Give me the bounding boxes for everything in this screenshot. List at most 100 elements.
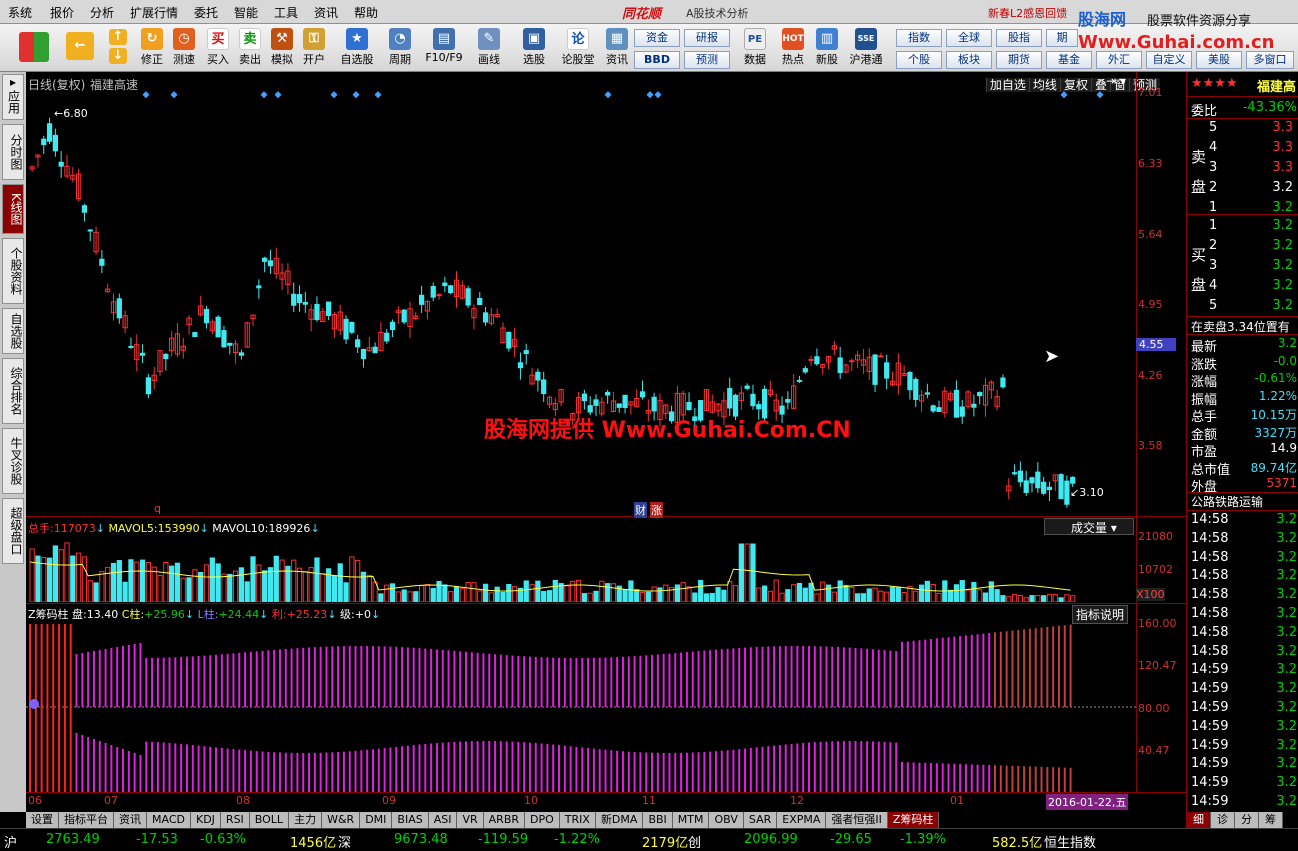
hot-button[interactable]: HOT 热点 xyxy=(776,26,810,70)
sell-button[interactable]: 卖卖出 xyxy=(232,26,268,70)
indicator-dropdown[interactable]: 成交量 ▾ xyxy=(1044,518,1134,535)
fund2-button[interactable]: 基金 xyxy=(1046,51,1092,69)
indicator-tab[interactable]: 设置 xyxy=(26,812,59,828)
indicator-tab[interactable]: BBI xyxy=(643,812,673,828)
menu-tools[interactable]: 工具 xyxy=(274,4,298,21)
fund-button[interactable]: 资金 xyxy=(634,29,680,47)
sector-button[interactable]: 板块 xyxy=(946,51,992,69)
kline-chart[interactable] xyxy=(26,88,1136,516)
indicator-tab[interactable]: 新DMA xyxy=(595,812,644,828)
industry-label[interactable]: 公路铁路运输 xyxy=(1191,493,1298,511)
event-marker-finance[interactable]: 财 xyxy=(634,502,647,518)
f10-button[interactable]: ▤ F10/F9 xyxy=(422,26,466,70)
nav-super-book[interactable]: 超级盘口 xyxy=(2,498,24,564)
menu-analysis[interactable]: 分析 xyxy=(90,4,114,21)
indicator-tab[interactable]: DMI xyxy=(360,812,393,828)
global-button[interactable]: 全球 xyxy=(946,29,992,47)
buy-button[interactable]: 买买入 xyxy=(200,26,236,70)
custom-button[interactable]: 自定义 xyxy=(1146,51,1192,69)
indicator-tab[interactable]: ARBR xyxy=(483,812,526,828)
menu-quote[interactable]: 报价 xyxy=(50,4,74,21)
quote-tab[interactable]: 细 xyxy=(1187,812,1211,828)
indicator-tab[interactable]: SAR xyxy=(743,812,778,828)
indicator-tab[interactable]: VR xyxy=(457,812,484,828)
indicator-tab[interactable]: MTM xyxy=(672,812,710,828)
forum-button[interactable]: 论论股堂 xyxy=(558,26,598,70)
menu-system[interactable]: 系统 xyxy=(8,4,32,21)
indicator-tab[interactable]: TRIX xyxy=(559,812,596,828)
indicator-tab[interactable]: MACD xyxy=(147,812,191,828)
forecast-button[interactable]: 预测 xyxy=(684,51,730,69)
research-button[interactable]: 研报 xyxy=(684,29,730,47)
hsi-label[interactable]: 恒生指数 xyxy=(1044,832,1096,851)
menu-order[interactable]: 委托 xyxy=(194,4,218,21)
menu-smart[interactable]: 智能 xyxy=(234,4,258,21)
ipo-button[interactable]: ▥ 新股 xyxy=(810,26,844,70)
quote-tab[interactable]: 筹 xyxy=(1259,812,1283,828)
quote-tab[interactable]: 诊 xyxy=(1211,812,1235,828)
indicator-tab[interactable]: BIAS xyxy=(392,812,429,828)
page-updown-button[interactable]: ↑ ↓ xyxy=(104,26,132,70)
volume-bar xyxy=(593,590,599,602)
stock-picker-button[interactable]: ▣ 选股 xyxy=(514,26,554,70)
draw-line-button[interactable]: ✎ 画线 xyxy=(470,26,508,70)
stock-index-button[interactable]: 股指 xyxy=(996,29,1042,47)
news-ticker[interactable]: 新春L2感恩回馈 xyxy=(988,5,1067,21)
fix-button[interactable]: ↻ 修正 xyxy=(134,26,170,70)
event-marker-q[interactable]: q xyxy=(154,502,161,515)
indicator-tab[interactable]: BOLL xyxy=(249,812,290,828)
zcm-chart[interactable] xyxy=(26,622,1136,792)
menu-help[interactable]: 帮助 xyxy=(354,4,378,21)
nav-profile[interactable]: 个股资料 xyxy=(2,238,24,304)
shhk-button[interactable]: SSE 沪港通 xyxy=(846,26,886,70)
period2-button[interactable]: 期 xyxy=(1046,29,1078,47)
multi-window-button[interactable]: 多窗口 xyxy=(1246,51,1294,69)
nav-ranking[interactable]: 综合排名 xyxy=(2,358,24,424)
watchlist-button[interactable]: ★ 自选股 xyxy=(336,26,378,70)
nav-timeshare[interactable]: 分时图 xyxy=(2,124,24,180)
menu-ext-quote[interactable]: 扩展行情 xyxy=(130,4,178,21)
indicator-tab[interactable]: DPO xyxy=(525,812,560,828)
news-icon: ▦ xyxy=(606,28,628,50)
back-button[interactable]: ← xyxy=(62,26,98,70)
data-button[interactable]: PE 数据 xyxy=(738,26,772,70)
cy-change: -29.65 xyxy=(830,832,872,847)
indicator-tab[interactable]: Z筹码柱 xyxy=(887,812,940,828)
volume-chart[interactable] xyxy=(26,536,1136,602)
chart-area[interactable]: 日线(复权) 福建高速 加自选 均线 复权叠窗预测 ⇥ ▾ 7.01 6.33 5.… xyxy=(26,72,1186,812)
indicator-tab[interactable]: 强者恒强II xyxy=(826,812,888,828)
forex-button[interactable]: 外汇 xyxy=(1096,51,1142,69)
nav-kline[interactable]: K线图 xyxy=(2,184,24,234)
futures-button[interactable]: 期货 xyxy=(996,51,1042,69)
quote-tab[interactable]: 分 xyxy=(1235,812,1259,828)
menu-news[interactable]: 资讯 xyxy=(314,4,338,21)
home-button[interactable] xyxy=(14,26,54,70)
indicator-tab[interactable]: ASI xyxy=(428,812,458,828)
indicator-tab[interactable]: 资讯 xyxy=(114,812,147,828)
nav-watchlist[interactable]: 自选股 xyxy=(2,308,24,354)
indicator-tab[interactable]: EXPMA xyxy=(777,812,827,828)
indicator-tab[interactable]: RSI xyxy=(220,812,250,828)
quote-stock-name: 福建高 xyxy=(1257,80,1297,95)
speed-test-button[interactable]: ◷ 测速 xyxy=(166,26,202,70)
indicator-tab[interactable]: 主力 xyxy=(289,812,323,828)
stock-button[interactable]: 个股 xyxy=(896,51,942,69)
index-button[interactable]: 指数 xyxy=(896,29,942,47)
open-account-button[interactable]: ⚿ 开户 xyxy=(296,26,332,70)
x-tick: 12 xyxy=(790,794,804,807)
nav-apps[interactable]: ▸ 应用 xyxy=(2,74,24,120)
indicator-tab[interactable]: OBV xyxy=(709,812,744,828)
simulate-button[interactable]: ⚒ 模拟 xyxy=(264,26,300,70)
indicator-tab[interactable]: KDJ xyxy=(190,812,221,828)
bbd-button[interactable]: BBD xyxy=(634,51,680,69)
indicator-tab[interactable]: 指标平台 xyxy=(59,812,114,828)
event-marker-rise[interactable]: 涨 xyxy=(650,502,663,518)
nav-diagnose[interactable]: 牛叉诊股 xyxy=(2,428,24,494)
us-stock-button[interactable]: 美股 xyxy=(1196,51,1242,69)
chart-nav-icon[interactable]: ⇥ ▾ xyxy=(1106,74,1126,88)
indicator-tab[interactable]: W&R xyxy=(322,812,361,828)
volume-bar xyxy=(744,543,750,602)
tick-row: 14:58 3.2 xyxy=(1191,625,1298,643)
period-button[interactable]: ◔ 周期 xyxy=(382,26,418,70)
info-button[interactable]: ▦ 资讯 xyxy=(600,26,634,70)
